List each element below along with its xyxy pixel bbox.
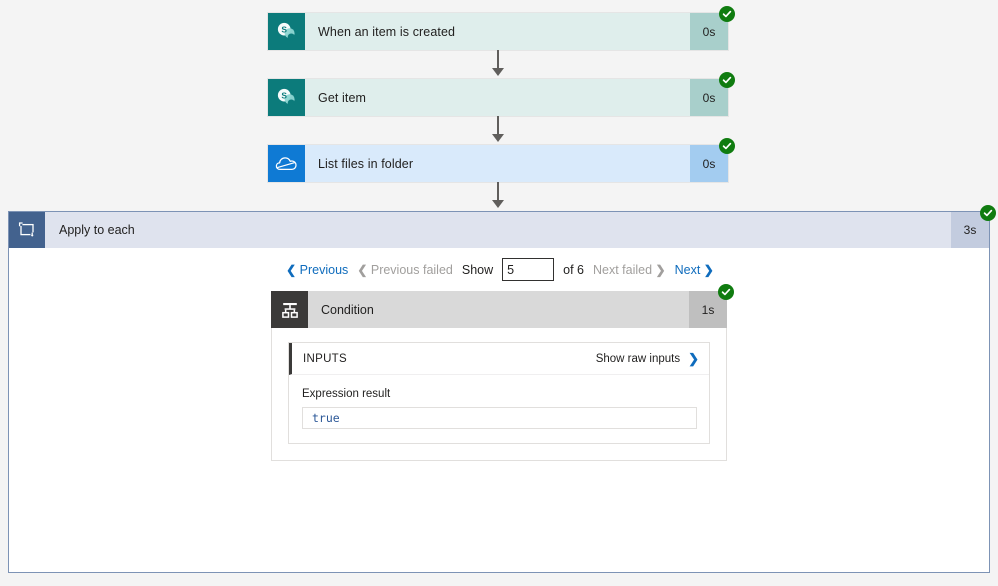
show-iteration-input[interactable] xyxy=(502,258,555,281)
condition-card[interactable]: Condition 1s xyxy=(271,284,734,328)
action-title: When an item is created xyxy=(318,24,456,39)
iteration-pager: ❮ Previous ❮ Previous failed Show of 6 N… xyxy=(9,258,991,281)
svg-text:S: S xyxy=(281,24,287,34)
apply-to-each-scope: Apply to each 3s ❮ Previous ❮ Previous f… xyxy=(8,205,996,573)
status-badge-success xyxy=(719,138,735,154)
loop-icon xyxy=(9,212,45,248)
chevron-left-icon: ❮ xyxy=(286,262,297,277)
action-title: Get item xyxy=(318,90,367,105)
connector-arrow xyxy=(492,134,504,142)
sharepoint-icon: S xyxy=(268,13,305,50)
inputs-panel: INPUTS Show raw inputs ❯ Expression resu… xyxy=(288,342,710,444)
next-button[interactable]: Next ❯ xyxy=(675,263,714,277)
connector-line xyxy=(497,50,499,70)
show-raw-inputs-button[interactable]: Show raw inputs ❯ xyxy=(596,351,699,367)
action-card-list-files[interactable]: List files in folder 0s xyxy=(268,138,735,182)
sharepoint-icon: S xyxy=(268,79,305,116)
show-raw-inputs-label: Show raw inputs xyxy=(595,352,681,365)
condition-block: Condition 1s INPUTS Show raw inputs ❯ Ex… xyxy=(271,284,734,461)
condition-title: Condition xyxy=(321,302,374,317)
chevron-right-icon: ❯ xyxy=(688,350,699,366)
next-failed-label: Next failed xyxy=(593,262,653,277)
connector-arrow xyxy=(492,68,504,76)
apply-to-each-title: Apply to each xyxy=(59,223,135,237)
next-failed-button[interactable]: Next failed ❯ xyxy=(593,263,666,277)
condition-details-panel: INPUTS Show raw inputs ❯ Expression resu… xyxy=(271,328,727,461)
onedrive-icon xyxy=(268,145,305,182)
inputs-content: Expression result true xyxy=(289,375,709,443)
connector-arrow xyxy=(492,200,504,208)
action-card-get-item[interactable]: S Get item 0s xyxy=(268,72,735,116)
flow-run-canvas: S When an item is created 0s S Get item … xyxy=(0,0,998,586)
next-label: Next xyxy=(674,262,701,277)
of-count-label: of 6 xyxy=(563,262,584,277)
apply-to-each-header[interactable]: Apply to each 3s xyxy=(9,205,996,248)
condition-icon xyxy=(271,291,308,328)
status-badge-success xyxy=(719,6,735,22)
chevron-right-icon: ❯ xyxy=(655,262,666,277)
previous-failed-label: Previous failed xyxy=(370,262,453,277)
expression-result-label: Expression result xyxy=(302,388,391,400)
chevron-left-icon: ❮ xyxy=(357,262,368,277)
action-title: List files in folder xyxy=(318,156,414,171)
previous-failed-button[interactable]: ❮ Previous failed xyxy=(357,263,453,277)
previous-button[interactable]: ❮ Previous xyxy=(286,263,348,277)
status-badge-success xyxy=(980,205,996,221)
connector-line xyxy=(497,116,499,136)
status-badge-success xyxy=(719,72,735,88)
action-card-trigger[interactable]: S When an item is created 0s xyxy=(268,6,735,50)
previous-label: Previous xyxy=(299,262,349,277)
expression-result-value: true xyxy=(302,407,697,429)
show-label: Show xyxy=(461,262,494,277)
chevron-right-icon: ❯ xyxy=(703,262,714,277)
status-badge-success xyxy=(718,284,734,300)
svg-text:S: S xyxy=(281,90,287,100)
inputs-label: INPUTS xyxy=(303,352,347,365)
inputs-header: INPUTS Show raw inputs ❯ xyxy=(289,343,709,375)
connector-line xyxy=(497,182,499,202)
